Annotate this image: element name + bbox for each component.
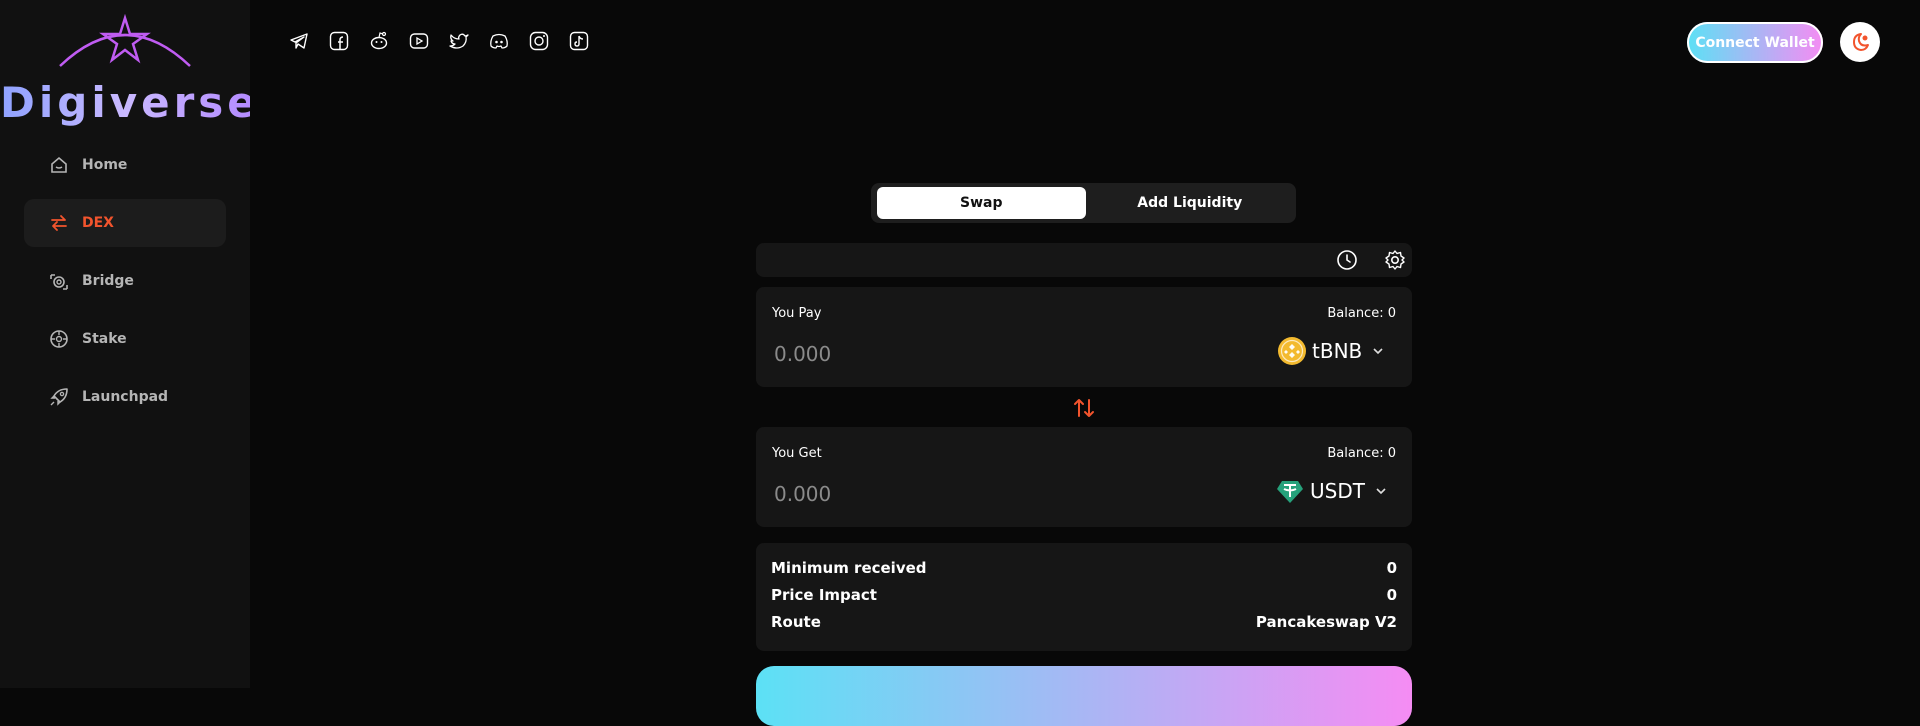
settings-gear-icon[interactable] (1384, 249, 1406, 271)
chevron-down-icon (1372, 344, 1384, 358)
moon-sun-icon (1853, 33, 1869, 51)
swap-details: Minimum received 0 Price Impact 0 Route … (756, 543, 1412, 651)
price-impact-row: Price Impact 0 (771, 586, 1397, 604)
sidebar-item-label: Stake (82, 331, 127, 347)
pay-token-selector[interactable]: tBNB (1278, 337, 1384, 365)
sidebar-item-stake[interactable]: Stake (24, 315, 226, 363)
swap-arrows-icon (48, 212, 70, 234)
star-arc-icon (59, 14, 191, 67)
minimum-received-value: 0 (1386, 559, 1397, 577)
tab-swap[interactable]: Swap (877, 187, 1086, 219)
sidebar-item-label: Home (82, 157, 128, 173)
rocket-icon (48, 386, 70, 408)
get-token-selector[interactable]: USDT (1276, 477, 1387, 505)
route-row: Route Pancakeswap V2 (771, 613, 1397, 631)
tab-add-liquidity[interactable]: Add Liquidity (1086, 185, 1295, 221)
sidebar-item-launchpad[interactable]: Launchpad (24, 373, 226, 421)
swap-action-button[interactable] (756, 666, 1412, 726)
telegram-icon[interactable] (288, 30, 310, 52)
get-panel: You Get Balance: 0 USDT (756, 427, 1412, 527)
sidebar-item-label: Launchpad (82, 389, 169, 405)
brand-name: Digiverse (0, 78, 260, 127)
minimum-received-row: Minimum received 0 (771, 559, 1397, 577)
history-clock-icon[interactable] (1336, 249, 1358, 271)
sidebar-item-home[interactable]: Home (24, 141, 226, 189)
tiktok-icon[interactable] (568, 30, 590, 52)
sidebar-item-dex[interactable]: DEX (24, 199, 226, 247)
home-icon (48, 154, 70, 176)
swap-tabs: Swap Add Liquidity (871, 183, 1296, 223)
route-label: Route (771, 613, 821, 631)
twitter-icon[interactable] (448, 30, 470, 52)
get-amount-input[interactable] (772, 479, 1076, 509)
price-impact-value: 0 (1386, 586, 1397, 604)
sidebar-item-bridge[interactable]: Bridge (24, 257, 226, 305)
brand-logo[interactable]: Digiverse (0, 12, 260, 132)
connect-wallet-button[interactable]: Connect Wallet (1687, 22, 1823, 63)
stake-icon (48, 328, 70, 350)
discord-icon[interactable] (488, 30, 510, 52)
price-impact-label: Price Impact (771, 586, 877, 604)
route-value: Pancakeswap V2 (1255, 613, 1397, 631)
pay-token-symbol: tBNB (1312, 339, 1363, 363)
chevron-down-icon (1375, 484, 1387, 498)
switch-tokens-icon[interactable] (1072, 396, 1096, 420)
youtube-icon[interactable] (408, 30, 430, 52)
bridge-icon (48, 270, 70, 292)
instagram-icon[interactable] (528, 30, 550, 52)
get-balance: Balance: 0 (1327, 446, 1396, 461)
theme-toggle-button[interactable] (1840, 22, 1880, 62)
sidebar-item-label: Bridge (82, 273, 134, 289)
reddit-icon[interactable] (368, 30, 390, 52)
swap-toolbar (756, 243, 1412, 277)
bnb-token-icon (1278, 337, 1306, 365)
facebook-icon[interactable] (328, 30, 350, 52)
get-label: You Get (772, 446, 822, 461)
minimum-received-label: Minimum received (771, 559, 927, 577)
sidebar: Digiverse Home DEX Bridge Stake Launchpa… (0, 0, 260, 688)
usdt-token-icon (1277, 481, 1303, 503)
pay-balance: Balance: 0 (1327, 306, 1396, 321)
pay-panel: You Pay Balance: 0 tBNB (756, 287, 1412, 387)
pay-amount-input[interactable] (772, 339, 1076, 369)
sidebar-nav: Home DEX Bridge Stake Launchpad (24, 141, 226, 431)
get-token-symbol: USDT (1310, 479, 1365, 503)
sidebar-item-label: DEX (82, 215, 114, 231)
pay-label: You Pay (772, 306, 822, 321)
social-links (288, 30, 590, 52)
